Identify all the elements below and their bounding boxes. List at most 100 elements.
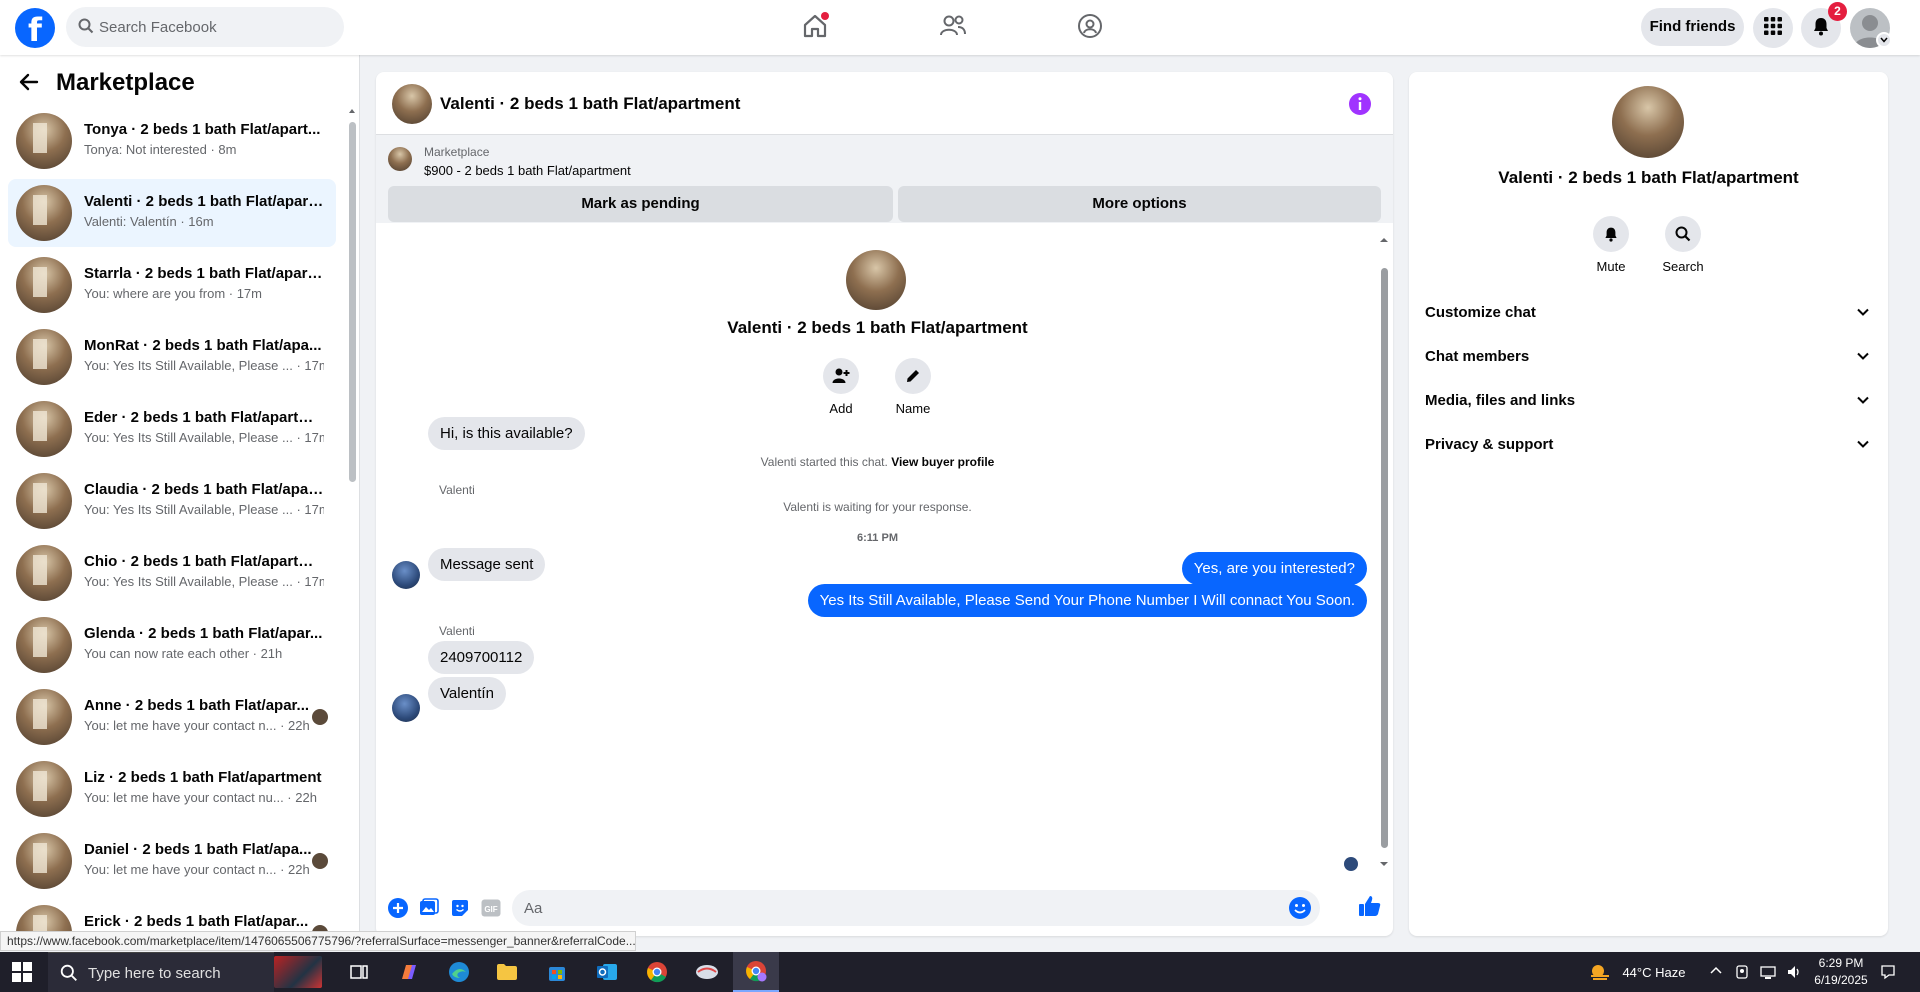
like-button[interactable] — [1358, 894, 1382, 918]
scroll-up-arrow-icon[interactable] — [1378, 236, 1390, 244]
scrollbar-thumb[interactable] — [1381, 268, 1388, 848]
taskbar-search-input[interactable] — [88, 953, 268, 992]
details-section-row[interactable]: Chat members — [1417, 335, 1880, 379]
message-input[interactable] — [524, 890, 1284, 926]
conversation-preview: Valenti: Valentín · 16m — [84, 214, 214, 229]
thumbs-up-icon — [1359, 896, 1381, 916]
find-friends-button[interactable]: Find friends — [1641, 8, 1744, 46]
sender-avatar[interactable] — [392, 561, 420, 589]
folder-icon — [497, 964, 517, 980]
chat-details-title: Valenti · 2 beds 1 bath Flat/apartment — [1498, 168, 1799, 187]
conversation-title: MonRat · 2 beds 1 bath Flat/apa... — [84, 337, 322, 354]
details-section-row[interactable]: Customize chat — [1417, 291, 1880, 335]
conversation-preview: You: let me have your contact nu... · 22… — [84, 790, 317, 805]
search-icon — [78, 18, 94, 39]
sender-name: Valenti — [439, 483, 475, 497]
store-app[interactable] — [534, 952, 580, 992]
marketplace-listing-banner[interactable]: Marketplace $900 - 2 beds 1 bath Flat/ap… — [376, 135, 1393, 223]
listing-thumbnail — [16, 689, 72, 745]
details-section-row[interactable]: Privacy & support — [1417, 423, 1880, 467]
conversation-item[interactable]: Eder · 2 beds 1 bath Flat/apartm... You: … — [8, 395, 336, 463]
conversation-item[interactable]: Starrla · 2 beds 1 bath Flat/apart... You… — [8, 251, 336, 319]
conversation-item[interactable]: Daniel · 2 beds 1 bath Flat/apa... You: l… — [8, 827, 336, 895]
gif-button[interactable]: GIF — [479, 896, 503, 920]
conversation-item[interactable]: Tonya · 2 beds 1 bath Flat/apart... Tonya… — [8, 107, 336, 175]
edge-app[interactable] — [436, 952, 482, 992]
meet-now-button[interactable] — [1735, 964, 1751, 980]
incoming-message[interactable]: Hi, is this available? — [428, 417, 585, 450]
conversation-item[interactable]: Liz · 2 beds 1 bath Flat/apartment You: l… — [8, 755, 336, 823]
start-button[interactable] — [12, 962, 32, 987]
chat-scrollbar[interactable] — [1378, 236, 1390, 868]
clock[interactable]: 6:29 PM 6/19/2025 — [1808, 955, 1874, 989]
file-explorer-app[interactable] — [484, 952, 530, 992]
show-hidden-icons-button[interactable] — [1709, 964, 1725, 980]
task-view-button[interactable] — [336, 952, 382, 992]
conversation-preview: You: Yes Its Still Available, Please ...… — [84, 358, 324, 373]
chat-title[interactable]: Valenti · 2 beds 1 bath Flat/apartment — [440, 94, 740, 114]
sticker-button[interactable] — [448, 896, 472, 920]
more-options-button[interactable]: More options — [898, 186, 1381, 222]
edit-name-button[interactable]: Name — [883, 358, 943, 416]
listing-price-title: $900 - 2 beds 1 bath Flat/apartment — [424, 163, 631, 178]
incoming-message[interactable]: Message sent — [428, 548, 546, 581]
facebook-logo[interactable]: f — [15, 8, 55, 48]
groups-nav-button[interactable] — [1070, 8, 1110, 48]
back-button[interactable] — [18, 71, 40, 98]
account-chevron[interactable] — [1876, 32, 1892, 48]
details-section-row[interactable]: Media, files and links — [1417, 379, 1880, 423]
attach-photo-button[interactable] — [417, 896, 441, 920]
conversation-item[interactable]: Valenti · 2 beds 1 bath Flat/apart... Val… — [8, 179, 336, 247]
scroll-down-arrow-icon[interactable] — [1378, 860, 1390, 868]
home-nav-button[interactable] — [795, 8, 835, 48]
search-box[interactable] — [66, 7, 344, 47]
weather-widget[interactable]: 44°C Haze — [1588, 962, 1685, 982]
volume-button[interactable] — [1786, 964, 1802, 980]
search-in-chat-button[interactable]: Search — [1653, 216, 1713, 274]
grid-menu-icon — [1764, 16, 1782, 40]
marketplace-label: Marketplace — [424, 145, 490, 159]
section-label: Privacy & support — [1425, 436, 1554, 453]
incoming-message[interactable]: Valentín — [428, 677, 506, 710]
search-input[interactable] — [99, 7, 334, 47]
listing-avatar[interactable] — [392, 84, 432, 124]
conversation-item[interactable]: Chio · 2 beds 1 bath Flat/apartm... You: … — [8, 539, 336, 607]
sender-avatar[interactable] — [392, 694, 420, 722]
outgoing-message[interactable]: Yes Its Still Available, Please Send You… — [807, 584, 1367, 617]
conversation-list-scrollbar[interactable] — [348, 107, 356, 937]
pinned-app[interactable] — [684, 952, 730, 992]
notification-center-button[interactable] — [1880, 964, 1896, 980]
conversation-item[interactable]: MonRat · 2 beds 1 bath Flat/apa... You: Y… — [8, 323, 336, 391]
chrome-profile-app[interactable] — [733, 952, 779, 992]
mute-label: Mute — [1596, 259, 1626, 274]
message-composer: GIF — [376, 882, 1393, 936]
menu-button[interactable] — [1753, 8, 1793, 48]
outlook-app[interactable] — [584, 952, 630, 992]
incoming-message[interactable]: 2409700112 — [428, 641, 535, 674]
conversation-preview: You: where are you from · 17m — [84, 286, 262, 301]
friends-icon — [939, 13, 967, 44]
scrollbar-thumb[interactable] — [349, 122, 356, 482]
friends-nav-button[interactable] — [933, 8, 973, 48]
more-actions-button[interactable] — [386, 896, 410, 920]
taskbar-search[interactable] — [48, 952, 274, 992]
chat-info-button[interactable] — [1348, 92, 1372, 121]
notifications-badge: 2 — [1828, 2, 1847, 21]
conversation-item[interactable]: Claudia · 2 beds 1 bath Flat/apar... You:… — [8, 467, 336, 535]
copilot-app[interactable] — [386, 952, 432, 992]
view-buyer-profile-link[interactable]: View buyer profile — [891, 455, 994, 469]
scroll-up-arrow-icon[interactable] — [348, 107, 356, 115]
mute-button[interactable]: Mute — [1581, 216, 1641, 274]
chrome-app[interactable] — [634, 952, 680, 992]
add-people-button[interactable]: Add — [811, 358, 871, 416]
notifications-button[interactable]: 2 — [1801, 2, 1847, 48]
conversation-item[interactable]: Anne · 2 beds 1 bath Flat/apar... You: le… — [8, 683, 336, 751]
message-input-container[interactable] — [512, 890, 1320, 926]
emoji-button[interactable] — [1288, 896, 1312, 925]
clock-time: 6:29 PM — [1818, 956, 1864, 970]
outgoing-message[interactable]: Yes, are you interested? — [1181, 552, 1367, 585]
network-button[interactable] — [1760, 964, 1776, 980]
conversation-item[interactable]: Glenda · 2 beds 1 bath Flat/apar... You c… — [8, 611, 336, 679]
mark-as-pending-button[interactable]: Mark as pending — [388, 186, 893, 222]
news-widget-icon[interactable] — [274, 956, 322, 988]
